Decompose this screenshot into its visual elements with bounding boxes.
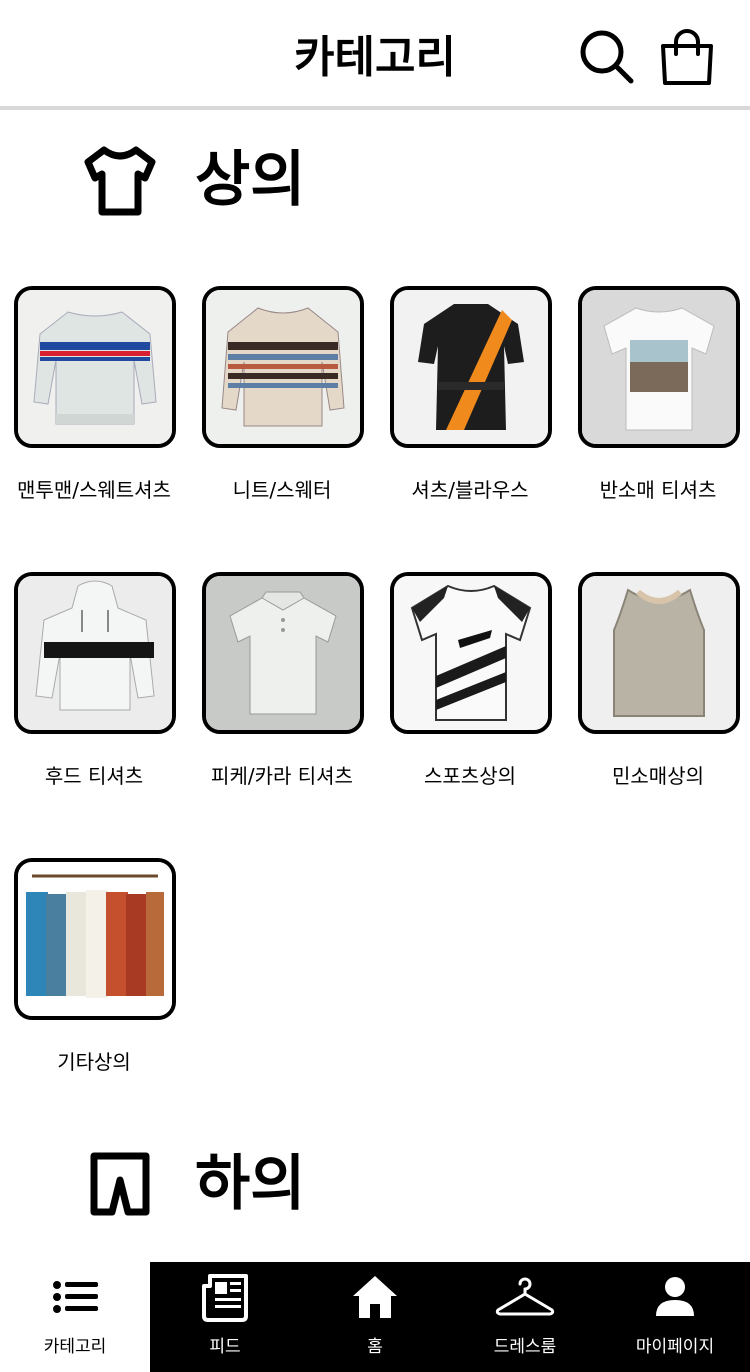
category-label: 민소매상의 (612, 764, 704, 788)
app-header: 카테고리 (0, 0, 750, 110)
category-knit[interactable]: 니트/스웨터 (188, 286, 376, 526)
nav-label: 마이페이지 (635, 1337, 715, 1357)
section-title: 상의 (195, 145, 306, 215)
nav-label: 카테고리 (43, 1337, 107, 1357)
category-label: 셔츠/블라우스 (411, 478, 529, 502)
nav-label: 드레스룸 (493, 1337, 557, 1357)
nav-item-category[interactable]: 카테고리 (0, 1262, 150, 1372)
category-sleeveless-top[interactable]: 민소매상의 (564, 572, 750, 812)
nav-item-dressroom[interactable]: 드레스룸 (450, 1262, 600, 1372)
list-icon (50, 1272, 100, 1322)
nav-item-home[interactable]: 홈 (300, 1262, 450, 1372)
bottom-navigation: 카테고리 피드 홈 드레스룸 마이페이지 (0, 1262, 750, 1372)
sleeveless-top-image (578, 572, 740, 734)
category-sweatshirt[interactable]: 맨투맨/스웨트셔츠 (0, 286, 188, 526)
category-label: 후드 티셔츠 (44, 764, 144, 788)
category-other-tops[interactable]: 기타상의 (0, 858, 188, 1098)
category-label: 피케/카라 티셔츠 (211, 764, 353, 788)
shopping-bag-icon[interactable] (658, 28, 716, 86)
home-icon (350, 1272, 400, 1322)
nav-item-mypage[interactable]: 마이페이지 (600, 1262, 750, 1372)
category-label: 맨투맨/스웨트셔츠 (17, 478, 171, 502)
sports-jersey-image (390, 572, 552, 734)
category-hoodie[interactable]: 후드 티셔츠 (0, 572, 188, 812)
nav-item-feed[interactable]: 피드 (150, 1262, 300, 1372)
category-label: 기타상의 (57, 1050, 131, 1074)
category-sports-top[interactable]: 스포츠상의 (376, 572, 564, 812)
clothing-rack-image (14, 858, 176, 1020)
blouse-image (390, 286, 552, 448)
tshirt-icon (80, 140, 160, 220)
category-shirt-blouse[interactable]: 셔츠/블라우스 (376, 286, 564, 526)
search-icon[interactable] (578, 28, 636, 86)
short-sleeve-tee-image (578, 286, 740, 448)
person-icon (650, 1272, 700, 1322)
category-label: 니트/스웨터 (232, 478, 332, 502)
category-label: 스포츠상의 (424, 764, 516, 788)
hoodie-image (14, 572, 176, 734)
hanger-icon (495, 1272, 555, 1322)
pants-icon (80, 1144, 160, 1224)
newspaper-icon (200, 1272, 250, 1322)
section-title: 하의 (195, 1149, 306, 1219)
category-short-sleeve-tee[interactable]: 반소매 티셔츠 (564, 286, 750, 526)
nav-label: 홈 (367, 1337, 383, 1357)
knit-sweater-image (202, 286, 364, 448)
sweatshirt-image (14, 286, 176, 448)
polo-shirt-image (202, 572, 364, 734)
category-label: 반소매 티셔츠 (599, 478, 717, 502)
nav-label: 피드 (209, 1337, 241, 1357)
page-title: 카테고리 (294, 32, 456, 83)
category-pique-collar[interactable]: 피케/카라 티셔츠 (188, 572, 376, 812)
